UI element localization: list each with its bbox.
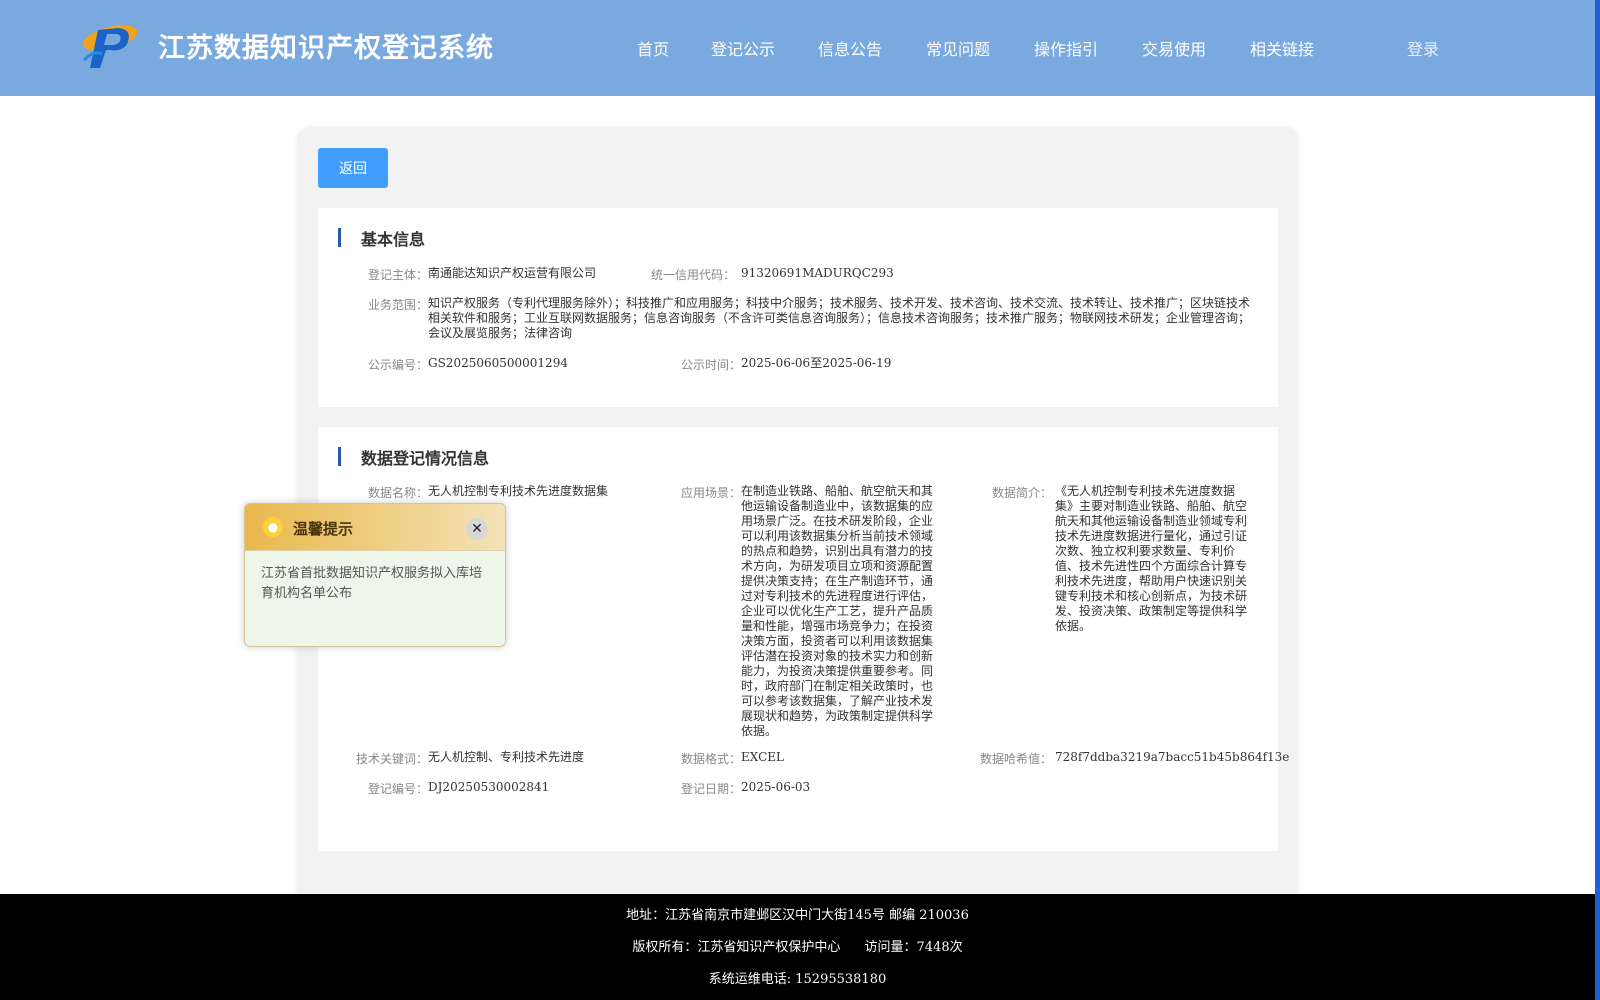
- keywords-label: 技术关键词：: [355, 752, 428, 766]
- basic-info-card: 基本信息 登记主体： 南通能达知识产权运营有限公司 统一信用代码： 913206…: [318, 208, 1278, 407]
- scene-value: 在制造业铁路、船舶、航空航天和其他运输设备制造业中，该数据集的应用场景广泛。在技…: [741, 484, 934, 738]
- reg-no-label: 登记编号：: [367, 782, 428, 796]
- footer-copyright-row: 版权所有：江苏省知识产权保护中心 访问量：7448次: [0, 936, 1595, 955]
- notice-no-value: GS2025060500001294: [428, 356, 568, 370]
- intro-label: 数据简介：: [991, 486, 1052, 500]
- notice-no-label: 公示编号：: [367, 358, 428, 372]
- site-footer: 地址：江苏省南京市建邺区汉中门大街145号 邮编 210036 版权所有：江苏省…: [0, 894, 1595, 1000]
- top-header: 江苏数据知识产权登记系统 首页 登记公示 信息公告 常见问题 操作指引 交易使用…: [0, 0, 1595, 96]
- popup-title: 温馨提示: [293, 520, 354, 538]
- format-value: EXCEL: [741, 750, 785, 764]
- scope-value: 知识产权服务（专利代理服务除外）；科技推广和应用服务；科技中介服务；技术服务、技…: [428, 296, 1251, 340]
- section-marker: [338, 447, 341, 466]
- popup-header: ● 温馨提示 ✕: [245, 504, 505, 551]
- nav-item-faq[interactable]: 常见问题: [926, 36, 990, 60]
- nav-item-home[interactable]: 首页: [637, 36, 669, 60]
- footer-hotline: 系统运维电话: 15295538180: [708, 972, 887, 987]
- scene-label: 应用场景：: [680, 486, 741, 500]
- subject-label: 登记主体：: [367, 268, 428, 282]
- subject-value: 南通能达知识产权运营有限公司: [428, 266, 597, 280]
- nav-item-links[interactable]: 相关链接: [1250, 36, 1314, 60]
- site-title: 江苏数据知识产权登记系统: [158, 33, 494, 64]
- site-logo: [82, 25, 138, 68]
- footer-address: 地址：江苏省南京市建邺区汉中门大街145号 邮编 210036: [626, 908, 969, 923]
- data-name-label: 数据名称：: [367, 486, 428, 500]
- data-name-value: 无人机控制专利技术先进度数据集: [428, 484, 609, 498]
- reg-date-value: 2025-06-03: [741, 780, 811, 794]
- notice-time-label: 公示时间：: [680, 358, 741, 372]
- section-title-basic-info: 基本信息: [361, 230, 426, 249]
- scope-label: 业务范围：: [367, 298, 428, 312]
- lightbulb-icon: ●: [263, 517, 283, 537]
- reg-no-value: DJ20250530002841: [428, 780, 550, 794]
- nav-item-registration-notice[interactable]: 登记公示: [711, 36, 775, 60]
- notice-time-value: 2025-06-06至2025-06-19: [741, 356, 892, 370]
- popup-message[interactable]: 江苏省首批数据知识产权服务拟入库培育机构名单公布: [261, 564, 493, 604]
- section-title-data-info: 数据登记情况信息: [361, 449, 490, 468]
- nav-item-announcements[interactable]: 信息公告: [818, 36, 882, 60]
- keywords-value: 无人机控制、专利技术先进度: [428, 750, 585, 764]
- hash-value: 728f7ddba3219a7bacc51b45b864f13e: [1055, 750, 1290, 764]
- credit-code-value: 91320691MADURQC293: [741, 266, 894, 280]
- section-marker: [338, 228, 341, 247]
- nav-item-trading[interactable]: 交易使用: [1142, 36, 1206, 60]
- reg-date-label: 登记日期：: [680, 782, 741, 796]
- notice-popup: ● 温馨提示 ✕ 江苏省首批数据知识产权服务拟入库培育机构名单公布: [244, 503, 506, 647]
- login-link[interactable]: 登录: [1407, 36, 1439, 60]
- footer-copyright: 版权所有：江苏省知识产权保护中心: [632, 940, 841, 955]
- intro-value: 《无人机控制专利技术先进度数据集》主要对制造业铁路、船舶、航空航天和其他运输设备…: [1055, 484, 1248, 633]
- back-button[interactable]: 返回: [318, 148, 388, 188]
- format-label: 数据格式：: [680, 752, 741, 766]
- window-edge: [1595, 0, 1600, 1000]
- close-icon[interactable]: ✕: [466, 518, 488, 540]
- hash-label: 数据哈希值：: [979, 752, 1052, 766]
- nav-item-guide[interactable]: 操作指引: [1034, 36, 1098, 60]
- credit-code-label: 统一信用代码：: [650, 268, 735, 282]
- footer-visits: 访问量：7448次: [864, 940, 963, 955]
